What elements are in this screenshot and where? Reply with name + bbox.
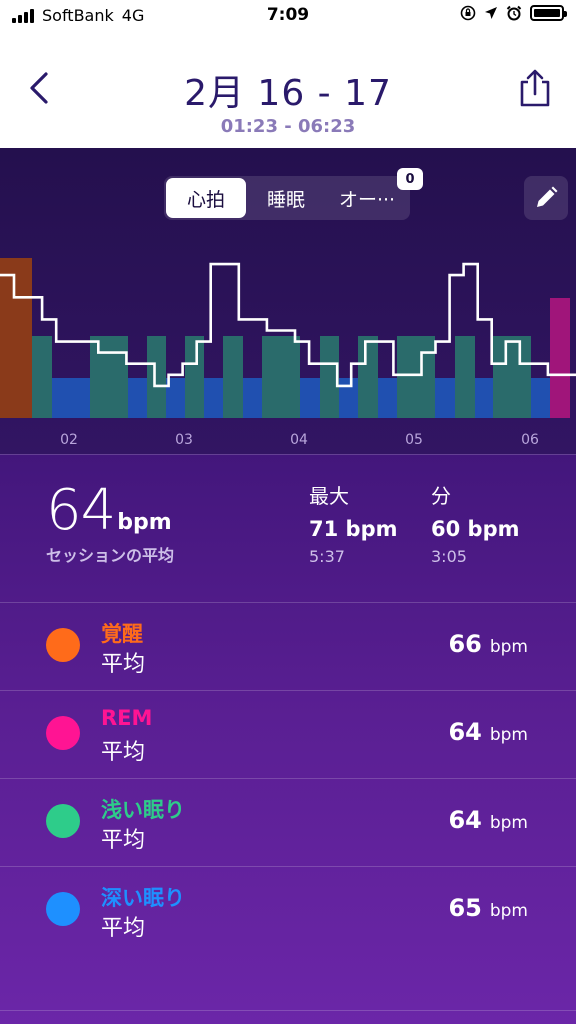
stage-band-rem	[550, 298, 570, 418]
avg-value: 64	[46, 478, 116, 543]
main-panel: 心拍 睡眠 オー··· 0 02 03 04 05 06 64 bpm セッションの平均…	[0, 148, 576, 1024]
divider	[0, 1010, 576, 1011]
avg-unit: bpm	[117, 510, 172, 535]
x-tick-label: 02	[60, 432, 78, 448]
stage-num: 64	[448, 718, 482, 746]
stage-value: 65 bpm	[448, 894, 528, 922]
x-tick-label: 06	[521, 432, 539, 448]
stage-band-light	[358, 336, 378, 418]
stage-unit: bpm	[489, 901, 528, 921]
min-time: 3:05	[431, 547, 467, 566]
max-stat: 最大 71 bpm 5:37	[309, 480, 397, 566]
pencil-icon	[537, 186, 558, 207]
min-label: 分	[431, 484, 451, 508]
stage-unit: bpm	[489, 637, 528, 657]
x-tick-label: 03	[175, 432, 193, 448]
stage-band-deep	[52, 378, 90, 418]
rotation-lock-icon	[460, 5, 476, 21]
max-value: 71 bpm	[309, 517, 398, 541]
stage-value: 66 bpm	[448, 630, 528, 658]
min-stat: 分 60 bpm 3:05	[431, 480, 519, 566]
stage-band-deep	[339, 378, 358, 418]
tab-heart-rate[interactable]: 心拍	[166, 178, 246, 218]
alarm-icon	[506, 5, 522, 21]
stage-unit: bpm	[489, 725, 528, 745]
max-label: 最大	[309, 484, 349, 508]
stage-band-deep	[475, 378, 493, 418]
stage-dot	[46, 892, 80, 926]
stage-band-light	[32, 336, 52, 418]
stage-band-deep	[128, 378, 147, 418]
x-axis: 02 03 04 05 06	[0, 432, 576, 452]
share-button[interactable]	[516, 68, 554, 108]
status-bar: SoftBank 4G 7:09	[0, 0, 576, 34]
stage-num: 65	[448, 894, 482, 922]
stage-band-deep	[204, 378, 223, 418]
heart-rate-chart	[0, 258, 576, 418]
stage-band-deep	[378, 378, 397, 418]
stage-band-light	[90, 336, 128, 418]
tab-sleep[interactable]: 睡眠	[246, 178, 326, 218]
tab-other[interactable]: オー···	[326, 178, 408, 218]
tab-badge: 0	[397, 168, 423, 190]
stage-row-rem[interactable]: REM 平均 64 bpm	[0, 690, 576, 778]
stage-band-light	[397, 336, 435, 418]
edit-button[interactable]	[524, 176, 568, 220]
stage-band-awake	[0, 258, 32, 418]
stage-band-deep	[435, 378, 455, 418]
time-range: 01:23 - 06:23	[220, 116, 356, 137]
stage-name: REM	[101, 706, 153, 730]
stage-band-light	[223, 336, 243, 418]
stage-name: 深い眠り	[101, 886, 185, 910]
summary: 64 bpm セッションの平均 最大 71 bpm 5:37 分 60 bpm …	[0, 454, 576, 602]
stage-row-deep[interactable]: 深い眠り 平均 65 bpm	[0, 866, 576, 954]
stage-sub: 平均	[101, 828, 146, 853]
stage-band-light	[262, 336, 300, 418]
stage-num: 64	[448, 806, 482, 834]
avg-heart-rate: 64 bpm	[46, 478, 172, 543]
stage-dot	[46, 628, 80, 662]
stage-dot	[46, 804, 80, 838]
share-icon	[520, 69, 550, 107]
battery-icon	[530, 5, 567, 21]
chart-area: 心拍 睡眠 オー··· 0 02 03 04 05 06	[0, 148, 576, 454]
stage-band-light	[493, 336, 531, 418]
location-icon	[485, 7, 497, 19]
stage-sub: 平均	[101, 740, 146, 765]
stage-value: 64 bpm	[448, 718, 528, 746]
x-tick-label: 04	[290, 432, 308, 448]
metric-tabs: 心拍 睡眠 オー···	[164, 176, 410, 220]
stage-name: 覚醒	[101, 622, 143, 646]
x-tick-label: 05	[405, 432, 423, 448]
stage-num: 66	[448, 630, 482, 658]
stage-dot	[46, 716, 80, 750]
sleep-stage-bands	[0, 258, 570, 418]
stage-band-light	[147, 336, 166, 418]
stage-band-deep	[531, 378, 550, 418]
stage-band-light	[185, 336, 204, 418]
min-value: 60 bpm	[431, 517, 520, 541]
stage-sub: 平均	[101, 916, 146, 941]
stage-band-deep	[243, 378, 262, 418]
stage-value: 64 bpm	[448, 806, 528, 834]
avg-label: セッションの平均	[46, 546, 175, 565]
stage-row-awake[interactable]: 覚醒 平均 66 bpm	[0, 602, 576, 690]
stage-band-deep	[300, 378, 320, 418]
stage-name: 浅い眠り	[101, 798, 185, 822]
max-time: 5:37	[309, 547, 345, 566]
header: 2月 16 - 17 01:23 - 06:23	[0, 34, 576, 148]
status-right	[460, 5, 567, 21]
stage-band-light	[455, 336, 475, 418]
page-title: 2月 16 - 17	[184, 73, 392, 114]
stage-row-light[interactable]: 浅い眠り 平均 64 bpm	[0, 778, 576, 866]
stage-unit: bpm	[489, 813, 528, 833]
stage-sub: 平均	[101, 652, 146, 677]
